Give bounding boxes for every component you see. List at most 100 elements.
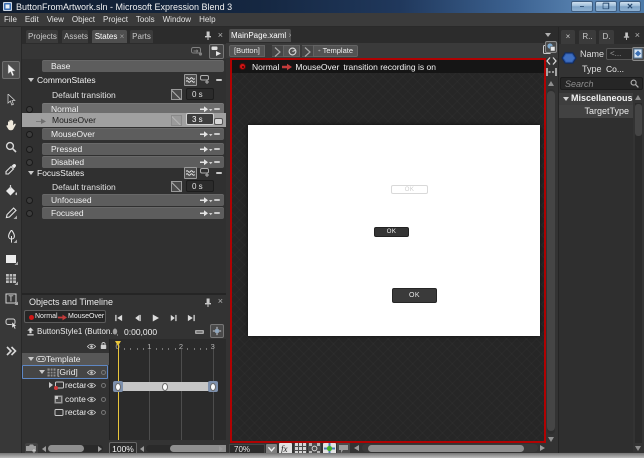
state-base[interactable]: Base [42, 60, 224, 72]
tab-close-icon[interactable]: × [117, 32, 124, 41]
state-pointer-icon[interactable] [26, 197, 33, 204]
easing-function-icon[interactable] [171, 181, 182, 192]
tab-states[interactable]: States × [92, 30, 127, 43]
duration-field[interactable]: 3 s [186, 113, 214, 125]
scroll-left-icon[interactable] [354, 445, 359, 451]
state-bar[interactable]: MouseOver [42, 128, 224, 140]
remove-state-icon[interactable] [214, 108, 220, 110]
scroll-up-icon[interactable] [548, 81, 554, 86]
state-pointer-icon[interactable] [26, 106, 33, 113]
breadcrumb-template-scope[interactable] [283, 45, 300, 57]
remove-state-icon[interactable] [214, 199, 220, 201]
remove-state-icon[interactable] [214, 212, 220, 214]
tab-assets[interactable]: Assets [62, 30, 88, 43]
lock-dot-icon[interactable] [101, 383, 106, 388]
lock-dot-icon[interactable] [101, 410, 106, 415]
add-transition-icon[interactable] [199, 158, 213, 167]
assets-tool[interactable] [2, 342, 20, 360]
xaml-view-icon[interactable] [546, 56, 557, 66]
group-expander-icon[interactable] [28, 171, 34, 175]
goto-first-frame-button[interactable] [115, 314, 124, 322]
timeline-snap-button[interactable] [210, 324, 224, 338]
expander-down-icon[interactable] [28, 357, 34, 361]
paint-bucket-tool[interactable] [2, 182, 20, 200]
name-field[interactable]: <... [606, 48, 633, 60]
keyframe-icon[interactable] [115, 383, 121, 391]
remove-state-icon[interactable] [214, 161, 220, 163]
tree-row-conter[interactable]: conter [22, 393, 109, 405]
minimize-button[interactable]: – [571, 1, 593, 12]
menu-window[interactable]: Window [163, 15, 191, 24]
scroll-left-icon[interactable] [140, 446, 144, 452]
tab-mainpage-xaml[interactable]: MainPage.xaml × [229, 29, 291, 42]
scrollbar-thumb[interactable] [635, 104, 642, 136]
duration-field[interactable]: 0 s [186, 180, 214, 192]
tab-projects[interactable]: Projects [26, 30, 58, 43]
scroll-up-icon[interactable] [635, 95, 641, 100]
ok-button-1[interactable]: OK [391, 185, 428, 194]
zoom-tool[interactable] [2, 138, 20, 156]
scroll-left-icon[interactable] [42, 446, 46, 452]
category-expander-icon[interactable] [563, 97, 569, 101]
transition-preview-icon[interactable] [191, 47, 203, 56]
state-pointer-icon[interactable] [26, 146, 33, 153]
state-pointer-icon[interactable] [26, 210, 33, 217]
menu-view[interactable]: View [47, 15, 64, 24]
state-bar[interactable]: Focused [42, 207, 224, 219]
eyedropper-tool[interactable] [2, 160, 20, 178]
tree-row-template[interactable]: Template [22, 353, 109, 365]
pin-icon[interactable] [623, 32, 630, 40]
scrollbar-thumb[interactable] [368, 445, 524, 452]
remove-state-icon[interactable] [216, 172, 222, 174]
state-bar[interactable]: Pressed [42, 143, 224, 155]
direct-selection-tool[interactable] [2, 91, 20, 109]
play-button[interactable] [151, 314, 160, 322]
group-expander-icon[interactable] [28, 78, 34, 82]
expander-down-icon[interactable] [39, 370, 45, 374]
menu-edit[interactable]: Edit [25, 15, 39, 24]
menu-tools[interactable]: Tools [136, 15, 155, 24]
record-state-box[interactable]: NormalMouseOver [24, 310, 106, 323]
state-pointer-icon[interactable] [26, 131, 33, 138]
scroll-right-icon[interactable] [98, 446, 102, 452]
design-view-icon[interactable] [545, 41, 557, 53]
rectangle-tool[interactable] [2, 250, 20, 268]
add-transition-icon[interactable] [199, 196, 213, 205]
split-view-icon[interactable] [546, 68, 557, 76]
remove-state-icon[interactable] [214, 148, 220, 150]
add-transition-icon[interactable] [199, 209, 213, 218]
keyframe-icon[interactable] [210, 383, 216, 391]
playhead-head[interactable] [115, 341, 121, 346]
asset-dialog-button[interactable] [632, 47, 644, 61]
menu-file[interactable]: File [4, 15, 17, 24]
text-tool[interactable]: T [2, 290, 20, 308]
tree-row-rectan[interactable]: rectan [22, 406, 109, 418]
maximize-button[interactable]: ❐ [595, 1, 617, 12]
remove-state-icon[interactable] [214, 133, 220, 135]
eye-icon[interactable] [87, 396, 96, 403]
previous-frame-button[interactable] [133, 314, 142, 322]
scope-up-icon[interactable] [26, 327, 35, 336]
menu-object[interactable]: Object [72, 15, 95, 24]
scroll-down-icon[interactable] [635, 446, 641, 451]
scope-label[interactable]: ButtonStyle1 (Button... [37, 327, 117, 336]
scrollbar-thumb[interactable] [547, 91, 555, 431]
next-frame-button[interactable] [169, 314, 178, 322]
state-pointer-icon[interactable] [26, 159, 33, 166]
scroll-right-icon[interactable] [219, 446, 223, 452]
pencil-tool[interactable] [2, 204, 20, 222]
scrollbar-thumb[interactable] [48, 445, 84, 452]
keyframe-icon[interactable] [162, 383, 168, 391]
scroll-down-icon[interactable] [548, 437, 554, 442]
pin-icon[interactable] [204, 298, 212, 307]
breadcrumb-template[interactable]: Template [313, 45, 358, 57]
tab-list-dropdown-icon[interactable] [545, 33, 551, 37]
state-bar[interactable]: Disabled [42, 156, 224, 168]
easing-function-icon[interactable] [171, 115, 182, 126]
pan-tool[interactable] [2, 116, 20, 134]
state-bar[interactable]: Unfocused [42, 194, 224, 206]
lock-dot-icon[interactable] [101, 370, 106, 375]
easing-function-icon[interactable] [171, 89, 182, 100]
expander-right-icon[interactable] [49, 382, 53, 388]
pen-tool[interactable] [2, 227, 20, 245]
